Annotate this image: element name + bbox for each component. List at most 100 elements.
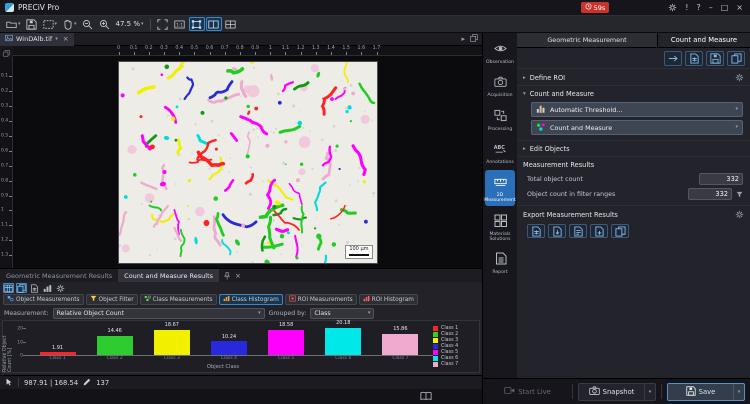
tab-count-and-measure-results[interactable]: Count and Measure Results: [118, 269, 219, 282]
roi-histogram-button[interactable]: ROI Histogram: [359, 294, 418, 305]
arrow-right-button[interactable]: [664, 51, 682, 66]
roi-measurements-button[interactable]: ROI Measurements: [285, 294, 357, 305]
ruler-label: 0.2: [145, 46, 153, 51]
layers-icon[interactable]: [3, 42, 10, 61]
snapshot-dropdown[interactable]: ▾: [644, 384, 655, 400]
specimen-image[interactable]: 100 µm: [119, 62, 377, 263]
panel-tab-geometric-measurement[interactable]: Geometric Measurement: [517, 33, 658, 47]
save-button[interactable]: [706, 51, 724, 66]
automatic-threshold-label: Automatic Threshold...: [550, 106, 622, 114]
gear-icon[interactable]: [668, 3, 677, 12]
count-and-measure-button[interactable]: Count and Measure ▾: [531, 120, 743, 135]
close-icon[interactable]: ×: [63, 35, 69, 43]
measurement-select-value: Relative Object Count: [57, 310, 124, 317]
save-button[interactable]: Save: [668, 384, 733, 400]
export-sheet-button[interactable]: [685, 51, 703, 66]
ruler-label: 0.3: [160, 46, 168, 51]
automatic-threshold-button[interactable]: Automatic Threshold... ▾: [531, 102, 743, 117]
export-append-button[interactable]: [590, 224, 608, 238]
split-view-button[interactable]: [206, 17, 222, 31]
alert-icon[interactable]: !: [685, 4, 688, 12]
arrow-right-icon: [668, 49, 679, 68]
chevron-down-icon[interactable]: ▾: [55, 37, 58, 42]
sidebar-tab-report[interactable]: Report: [485, 247, 515, 277]
measurement-label: Measurement:: [4, 310, 49, 317]
start-live-button[interactable]: Start Live: [488, 383, 567, 401]
chevron-down-icon: ▾: [735, 107, 738, 112]
select-rect-button[interactable]: ▾: [41, 17, 60, 31]
export-txt-button[interactable]: [569, 224, 587, 238]
chevron-right-icon[interactable]: ▸: [461, 35, 465, 43]
image-viewer[interactable]: 00.10.20.30.40.50.60.70.80.911.11.21.31.…: [0, 46, 482, 268]
actual-size-button[interactable]: 1:1: [172, 17, 188, 31]
total-object-count-field[interactable]: 332: [699, 173, 743, 185]
sidebar-tab-annotations[interactable]: ABCAnnotations: [485, 137, 515, 167]
video-camera-icon: [504, 385, 515, 398]
table-button[interactable]: [3, 283, 14, 293]
ruler-tick: [134, 52, 135, 55]
fit-screen-button[interactable]: [155, 17, 171, 31]
gear-icon[interactable]: [735, 210, 744, 219]
help-icon[interactable]: ?: [696, 4, 700, 12]
sidebar-tab-acquisition[interactable]: Acquisition: [485, 70, 515, 100]
export-sheet-button[interactable]: [527, 224, 545, 238]
image-document-tab[interactable]: WinDAlb.tif ▾ ×: [0, 33, 74, 46]
pencil-icon[interactable]: [83, 378, 91, 388]
camera-icon: [589, 385, 600, 398]
zoom-level-control[interactable]: 47.5 %▾: [114, 17, 146, 31]
gear-button[interactable]: [55, 283, 66, 293]
sidebar-tab-2d-measurement[interactable]: 2D Measurement: [485, 170, 515, 206]
histogram-button[interactable]: [42, 283, 53, 293]
bar: [211, 341, 247, 355]
snapshot-button[interactable]: Snapshot: [579, 384, 644, 400]
close-icon[interactable]: ×: [736, 4, 743, 12]
materials-icon: [494, 212, 507, 231]
zoom-in-button[interactable]: [97, 17, 113, 31]
grid-view-button[interactable]: [223, 17, 239, 31]
ruler-label: 0.4: [1, 119, 8, 124]
main-toolbar: ▾▾▾47.5 %▾1:1: [0, 15, 750, 33]
funnel-icon[interactable]: [736, 191, 743, 198]
measurement-select[interactable]: Relative Object Count ▾: [53, 308, 265, 319]
class-histogram-button[interactable]: Class Histogram: [219, 294, 283, 305]
sidebar-tab-materials-solutions[interactable]: Materials Solutions: [485, 209, 515, 245]
bar: [40, 352, 76, 355]
export-csv-button[interactable]: [548, 224, 566, 238]
object-filter-button[interactable]: Object Filter: [86, 294, 138, 305]
ruler-tick: [9, 121, 12, 122]
minimize-icon[interactable]: –: [709, 4, 713, 12]
ruler-tick: [210, 52, 211, 55]
folder-open-button[interactable]: ▾: [4, 17, 23, 31]
export-workbook-button[interactable]: [727, 51, 745, 66]
export-sheet-button[interactable]: [29, 283, 40, 293]
class-measurements-button[interactable]: Class Measurements: [140, 294, 217, 305]
zoom-out-button[interactable]: [80, 17, 96, 31]
layers-icon[interactable]: [470, 34, 478, 44]
sidebar-tab-processing[interactable]: Processing: [485, 104, 515, 134]
ruler-label: 0.8: [1, 178, 8, 183]
roi-view-button[interactable]: [189, 17, 205, 31]
panel-tab-count-and-measure[interactable]: Count and Measure: [658, 33, 750, 47]
pin-icon[interactable]: [223, 272, 231, 280]
save-dropdown[interactable]: ▾: [733, 384, 744, 400]
section-count-and-measure[interactable]: ▾ Count and Measure: [517, 85, 750, 101]
object-measurements-button[interactable]: Object Measurements: [3, 294, 84, 305]
grouped-by-select[interactable]: Class ▾: [310, 308, 374, 319]
sidebar-tab-observation[interactable]: Observation: [485, 37, 515, 67]
gear-icon[interactable]: [735, 73, 744, 82]
main-content: WinDAlb.tif ▾ × ▸ 00.10.20.30.40.50.60.7…: [0, 33, 750, 404]
section-export-results: Export Measurement Results: [517, 205, 750, 222]
export-workbook-button[interactable]: [611, 224, 629, 238]
section-define-roi[interactable]: ▸ Define ROI: [517, 68, 750, 85]
actual-size-icon: 1:1: [174, 15, 185, 34]
section-edit-objects[interactable]: ▸ Edit Objects: [517, 140, 750, 156]
filter-range-count-field[interactable]: 332: [688, 188, 732, 200]
start-live-label: Start Live: [518, 388, 551, 396]
maximize-icon[interactable]: □: [721, 4, 729, 12]
close-icon[interactable]: ×: [235, 272, 241, 280]
cursor-icon[interactable]: [5, 378, 13, 388]
copy-button[interactable]: [16, 283, 27, 293]
hand-button[interactable]: ▾: [60, 17, 79, 31]
book-icon[interactable]: [420, 387, 432, 404]
save-button[interactable]: [24, 17, 40, 31]
